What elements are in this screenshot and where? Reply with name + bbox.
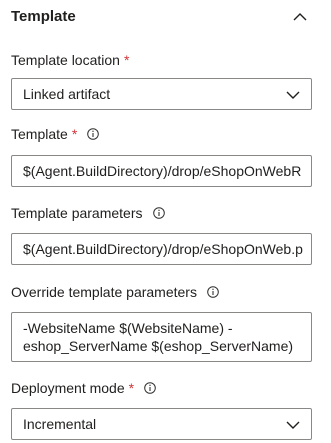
info-icon[interactable] xyxy=(207,286,219,298)
override-template-parameters-label-text: Override template parameters xyxy=(11,284,197,300)
template-label: Template * xyxy=(11,126,100,142)
template-value: $(Agent.BuildDirectory)/drop/eShopOnWebR xyxy=(23,163,302,179)
template-parameters-label: Template parameters xyxy=(11,205,165,221)
required-asterisk: * xyxy=(128,380,135,396)
deployment-mode-label: Deployment mode * xyxy=(11,380,156,396)
deployment-mode-dropdown[interactable]: Incremental xyxy=(11,408,312,440)
override-template-parameters-label: Override template parameters xyxy=(11,284,219,300)
chevron-down-icon xyxy=(286,91,300,99)
template-location-label: Template location * xyxy=(11,52,129,68)
chevron-up-icon[interactable] xyxy=(293,10,307,24)
info-icon[interactable] xyxy=(152,207,165,219)
info-icon[interactable] xyxy=(87,128,100,140)
template-location-label-text: Template location xyxy=(11,52,120,68)
section-title: Template xyxy=(11,8,76,25)
template-location-dropdown[interactable]: Linked artifact xyxy=(11,78,312,110)
template-parameters-input[interactable]: $(Agent.BuildDirectory)/drop/eShopOnWeb.… xyxy=(11,233,312,265)
template-label-text: Template xyxy=(11,126,68,142)
template-section: Template Template location * Linked arti… xyxy=(0,0,331,443)
required-asterisk: * xyxy=(123,52,130,68)
chevron-down-icon xyxy=(286,421,300,429)
info-icon[interactable] xyxy=(144,382,156,394)
template-input[interactable]: $(Agent.BuildDirectory)/drop/eShopOnWebR xyxy=(11,155,312,187)
template-parameters-label-text: Template parameters xyxy=(11,205,143,221)
deployment-mode-label-text: Deployment mode xyxy=(11,380,125,396)
override-template-parameters-value: -WebsiteName $(WebsiteName) -eshop_Serve… xyxy=(23,320,294,354)
section-header[interactable]: Template xyxy=(0,0,331,34)
override-template-parameters-textarea[interactable]: -WebsiteName $(WebsiteName) -eshop_Serve… xyxy=(11,312,312,362)
template-location-value: Linked artifact xyxy=(23,86,111,102)
deployment-mode-value: Incremental xyxy=(23,416,97,432)
template-parameters-value: $(Agent.BuildDirectory)/drop/eShopOnWeb.… xyxy=(23,241,303,257)
required-asterisk: * xyxy=(71,126,78,142)
